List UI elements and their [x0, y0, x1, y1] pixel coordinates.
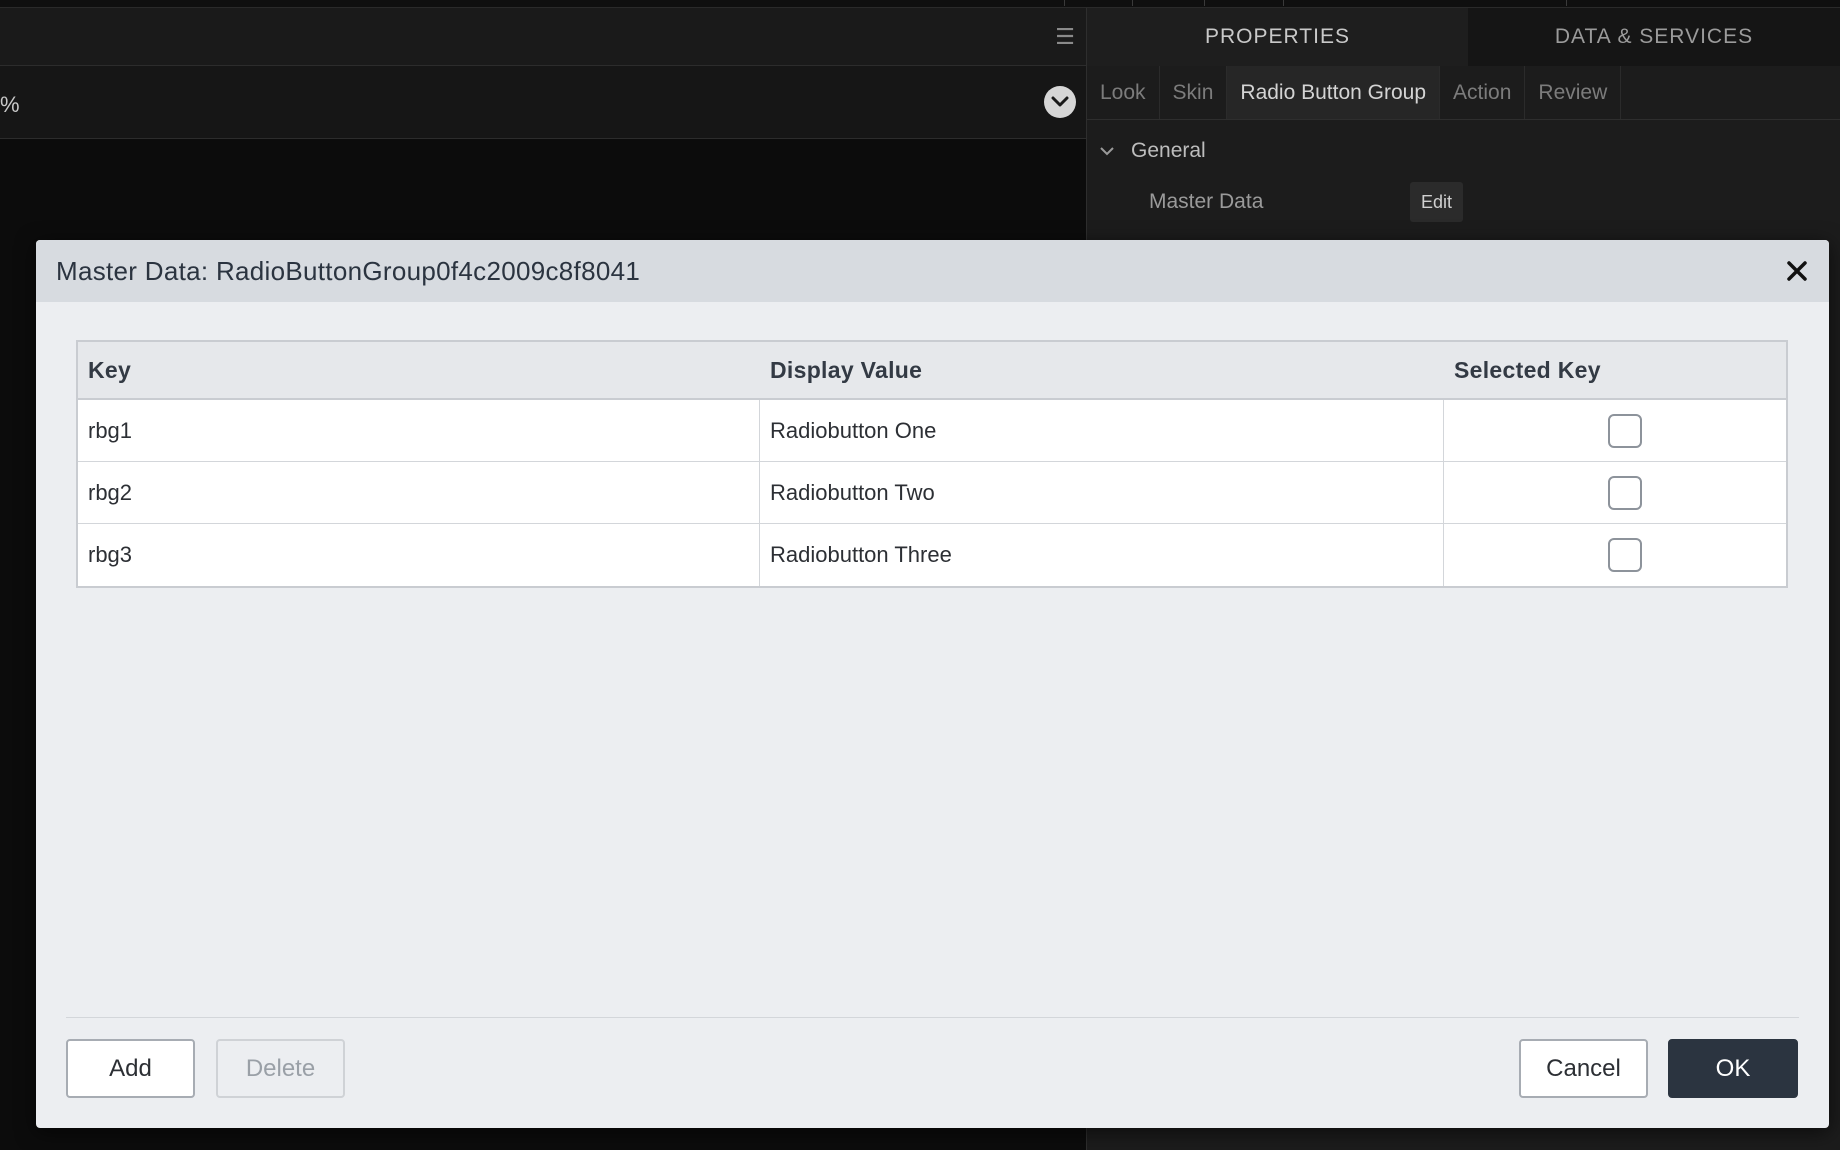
- column-header-selected-key: Selected Key: [1454, 356, 1601, 383]
- divider: [1132, 0, 1133, 6]
- selected-key-checkbox[interactable]: [1608, 475, 1642, 510]
- ok-button[interactable]: OK: [1668, 1039, 1798, 1098]
- tab-data-services[interactable]: DATA & SERVICES: [1468, 8, 1840, 66]
- table-header: Key Display Value Selected Key: [78, 342, 1786, 400]
- subtab-action[interactable]: Action: [1440, 66, 1526, 119]
- selected-key-checkbox[interactable]: [1608, 538, 1642, 572]
- tab-properties[interactable]: PROPERTIES: [1087, 8, 1468, 66]
- divider: [1204, 0, 1205, 6]
- selected-key-checkbox[interactable]: [1608, 413, 1642, 448]
- panel-tabs: PROPERTIES DATA & SERVICES: [1087, 8, 1840, 66]
- section-label: General: [1131, 139, 1206, 162]
- panel-subtabs: Look Skin Radio Button Group Action Revi…: [1087, 66, 1840, 120]
- table-row[interactable]: rbg2 Radiobutton Two: [78, 462, 1786, 524]
- close-icon[interactable]: [1781, 255, 1813, 287]
- hamburger-menu-icon[interactable]: ☰: [1054, 26, 1076, 48]
- table-row[interactable]: rbg1 Radiobutton One: [78, 400, 1786, 462]
- section-general[interactable]: General: [1087, 120, 1840, 182]
- master-data-label: Master Data: [1149, 190, 1264, 213]
- display-value-cell[interactable]: Radiobutton One: [760, 400, 1444, 461]
- chevron-down-icon: [1099, 146, 1119, 156]
- cancel-button[interactable]: Cancel: [1519, 1039, 1648, 1098]
- divider: [1283, 0, 1284, 6]
- display-value-cell[interactable]: Radiobutton Two: [760, 462, 1444, 523]
- selected-key-cell: [1444, 400, 1786, 461]
- subtab-skin[interactable]: Skin: [1160, 66, 1228, 119]
- master-data-row: Master Data Edit: [1087, 182, 1840, 222]
- key-cell[interactable]: rbg1: [78, 400, 760, 461]
- edit-master-data-button[interactable]: Edit: [1410, 182, 1464, 222]
- zoom-level-text: %: [0, 92, 20, 117]
- canvas-toolbar: ☰: [0, 8, 1086, 66]
- subtab-radio-button-group[interactable]: Radio Button Group: [1227, 66, 1441, 119]
- key-cell[interactable]: rbg3: [78, 524, 760, 586]
- delete-button[interactable]: Delete: [216, 1039, 345, 1098]
- dialog-title: Master Data: RadioButtonGroup0f4c2009c8f…: [56, 255, 641, 286]
- selected-key-cell: [1444, 524, 1786, 586]
- subtab-review[interactable]: Review: [1525, 66, 1622, 119]
- selected-key-cell: [1444, 462, 1786, 523]
- subtab-look[interactable]: Look: [1087, 66, 1160, 119]
- add-button[interactable]: Add: [66, 1039, 195, 1098]
- top-strip: [0, 0, 1840, 8]
- master-data-table: Key Display Value Selected Key rbg1 Radi…: [76, 340, 1788, 588]
- divider: [1566, 0, 1567, 6]
- footer-divider: [66, 1017, 1799, 1018]
- canvas-subtoolbar: %: [0, 66, 1086, 139]
- divider: [1064, 0, 1065, 6]
- column-header-display-value: Display Value: [770, 356, 923, 383]
- dialog-header: Master Data: RadioButtonGroup0f4c2009c8f…: [36, 240, 1829, 302]
- column-header-key: Key: [88, 356, 132, 383]
- key-cell[interactable]: rbg2: [78, 462, 760, 523]
- table-row[interactable]: rbg3 Radiobutton Three: [78, 524, 1786, 586]
- master-data-dialog: Master Data: RadioButtonGroup0f4c2009c8f…: [36, 240, 1829, 1128]
- chevron-down-icon[interactable]: [1044, 86, 1076, 118]
- display-value-cell[interactable]: Radiobutton Three: [760, 524, 1444, 586]
